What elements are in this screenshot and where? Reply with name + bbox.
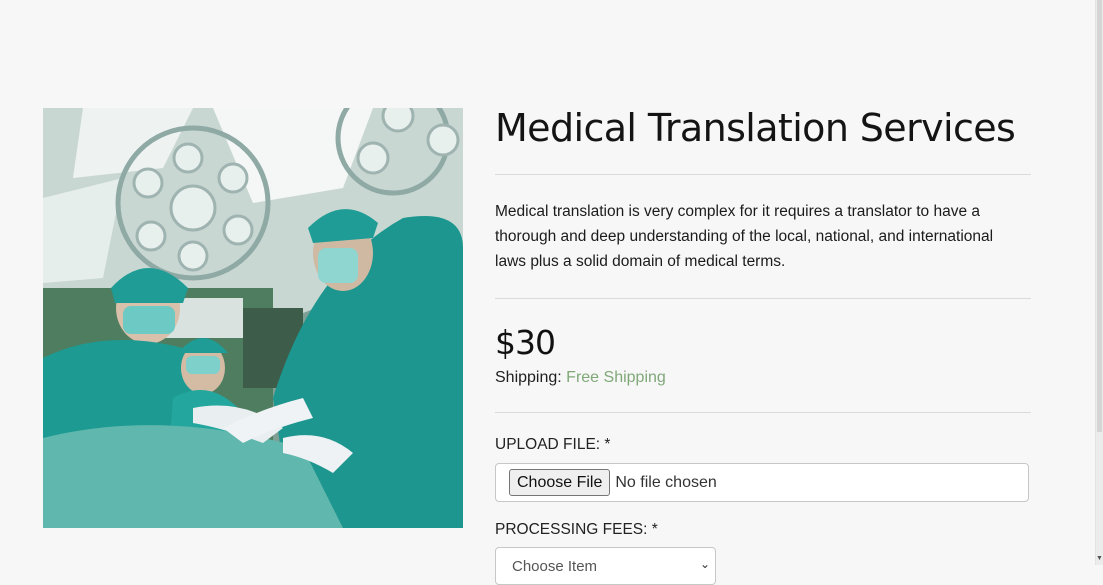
product-price: $30 xyxy=(495,323,556,362)
choose-file-button[interactable]: Choose File xyxy=(509,469,611,496)
divider xyxy=(495,174,1031,175)
divider xyxy=(495,298,1031,299)
product-page: Medical Translation Services Medical tra… xyxy=(0,0,1096,585)
select-value: Choose Item xyxy=(512,558,598,575)
product-details: Medical Translation Services Medical tra… xyxy=(495,100,1031,585)
scroll-down-arrow-icon[interactable]: ▼ xyxy=(1096,555,1103,562)
shipping-value: Free Shipping xyxy=(566,369,666,386)
surgery-photo-icon xyxy=(43,108,463,528)
shipping-label: Shipping: xyxy=(495,369,562,386)
upload-file-label: UPLOAD FILE: * xyxy=(495,436,611,453)
file-upload-field[interactable]: Choose File No file chosen xyxy=(495,463,1029,502)
product-image xyxy=(43,108,463,528)
page-scrollbar[interactable]: ▼ xyxy=(1095,0,1103,565)
shipping-info: Shipping: Free Shipping xyxy=(495,367,1031,389)
chevron-down-icon: ⌄ xyxy=(699,557,710,571)
product-description: Medical translation is very complex for … xyxy=(495,203,994,270)
product-title: Medical Translation Services xyxy=(495,106,1016,150)
scrollbar-thumb[interactable] xyxy=(1097,0,1102,432)
processing-fees-label: PROCESSING FEES: * xyxy=(495,521,658,538)
divider xyxy=(495,412,1031,413)
processing-fees-select[interactable]: Choose Item ⌄ xyxy=(495,547,716,585)
file-status-text: No file chosen xyxy=(615,473,717,491)
